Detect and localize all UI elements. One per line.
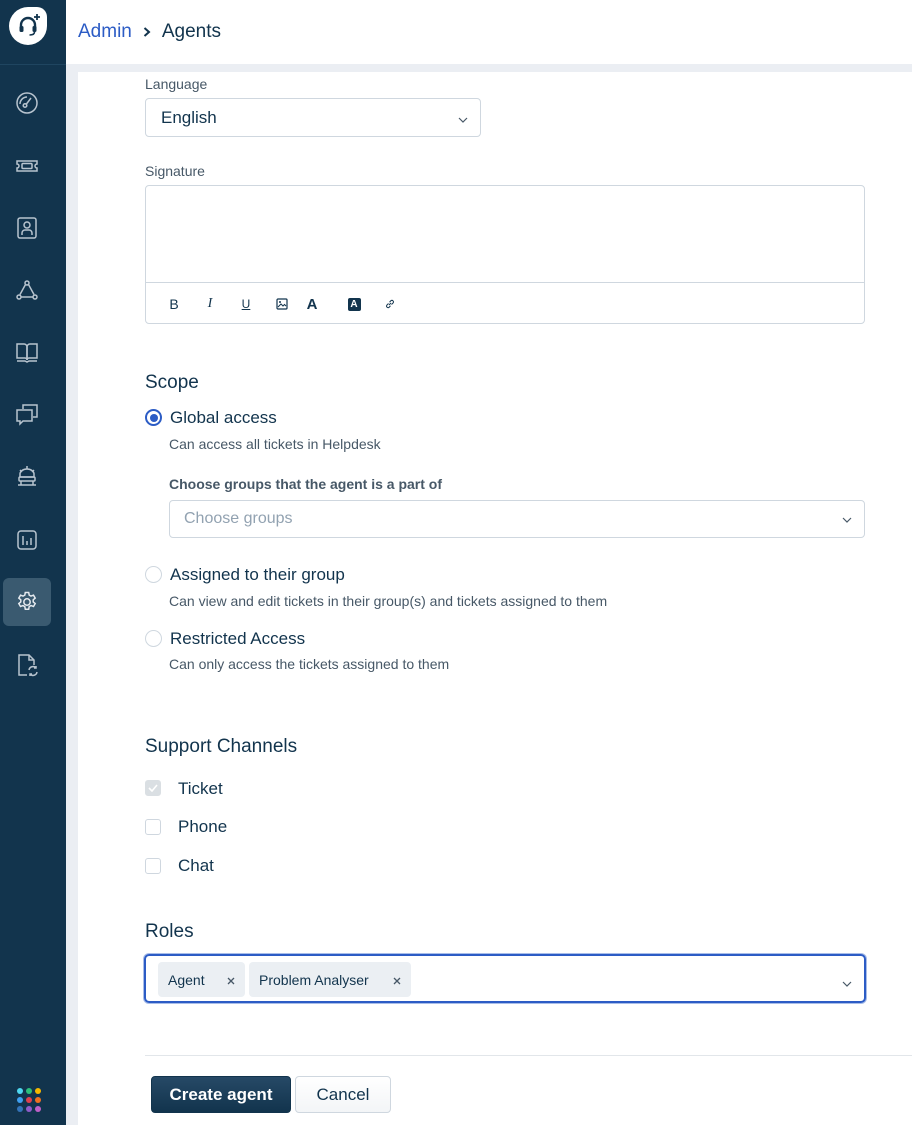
background-color-icon: A [347,297,361,311]
apps-dot [26,1097,32,1103]
apps-dot [26,1106,32,1112]
role-tag-label: Problem Analyser [259,971,369,988]
phone-channel-label: Phone [178,817,228,836]
robot-icon [18,466,36,486]
create-agent-button[interactable]: Create agent [151,1076,291,1113]
network-icon [16,280,38,300]
groups-label: Choose groups that the agent is a part o… [169,476,443,492]
radio-assigned-to-group[interactable] [145,566,162,583]
background-color-button[interactable]: A [344,294,364,314]
image-icon [276,298,288,310]
font-color-button[interactable]: A [302,294,322,314]
apps-switcher[interactable] [17,1088,41,1112]
font-color-icon: A [306,295,318,313]
chevron-down-icon [842,974,852,992]
insert-link-button[interactable] [380,294,400,314]
link-icon [386,299,394,309]
breadcrumb: Admin Agents [78,21,221,43]
bold-button[interactable]: B [164,294,184,314]
agent-form: Language English Signature B I U A A Sco… [78,72,912,1125]
role-tag-label: Agent [168,971,205,988]
breadcrumb-agents: Agents [161,21,222,42]
apps-dot [35,1106,41,1112]
gauge-icon [16,92,38,114]
sidebar-divider [0,64,66,65]
apps-dot [26,1088,32,1094]
editor-toolbar: B I U A A [146,284,864,324]
underline-icon: U [241,297,251,311]
restricted-access-label[interactable]: Restricted Access [170,629,305,649]
radio-global-access[interactable] [145,409,162,426]
language-value: English [161,107,217,127]
scope-title: Scope [145,372,199,393]
groups-select[interactable]: Choose groups [169,500,865,538]
sidebar-item-contacts[interactable] [3,204,51,252]
role-tag-problem-analyser: Problem Analyser [249,962,411,997]
roles-select[interactable]: Agent Problem Analyser [144,954,866,1003]
groups-placeholder: Choose groups [184,510,293,527]
apps-dot [17,1088,23,1094]
checkbox-chat[interactable] [145,858,161,874]
global-access-label[interactable]: Global access [170,408,277,428]
assigned-to-group-description: Can view and edit tickets in their group… [169,593,608,609]
role-tag-agent: Agent [158,962,245,997]
footer-divider [145,1055,912,1056]
signature-label: Signature [145,163,205,179]
breadcrumb-admin[interactable]: Admin [78,21,132,43]
underline-button[interactable]: U [236,294,256,314]
sidebar-item-dashboard[interactable] [3,79,51,127]
assigned-to-group-label[interactable]: Assigned to their group [170,565,345,585]
sidebar-item-admin[interactable] [3,578,51,626]
bar-chart-icon [17,530,37,550]
sidebar-item-analytics[interactable] [3,516,51,564]
italic-icon: I [207,296,213,311]
apps-dot [17,1106,23,1112]
helpdesk-logo[interactable] [9,7,47,45]
chat-channel-label: Chat [178,856,214,875]
italic-button[interactable]: I [200,294,220,314]
checkmark-icon [148,784,158,792]
roles-title: Roles [145,921,194,942]
chat-bubbles-icon [16,404,38,426]
radio-restricted-access[interactable] [145,630,162,647]
top-bar: Admin Agents [66,0,912,64]
apps-dot [35,1097,41,1103]
global-access-description: Can access all tickets in Helpdesk [169,436,381,452]
cancel-button[interactable]: Cancel [295,1076,391,1113]
chevron-down-icon [842,510,852,528]
language-select[interactable]: English [145,98,481,137]
signature-editor: B I U A A [145,185,865,324]
contact-card-icon [17,217,37,239]
signature-input[interactable] [146,186,864,283]
close-icon[interactable] [226,973,236,989]
file-sync-icon [18,654,38,677]
ticket-icon [16,160,38,172]
sidebar-item-groups[interactable] [3,266,51,314]
chevron-right-icon [142,26,152,38]
checkbox-phone[interactable] [145,819,161,835]
sidebar-item-bots[interactable] [3,452,51,500]
sidebar-item-forums[interactable] [3,390,51,438]
support-channels-title: Support Channels [145,736,298,757]
checkbox-ticket[interactable] [145,780,161,796]
insert-image-button[interactable] [272,294,292,314]
close-icon[interactable] [392,973,402,989]
gear-icon [17,591,37,610]
language-label: Language [145,76,208,92]
apps-dot [17,1097,23,1103]
bold-icon: B [169,296,179,312]
sidebar [0,0,66,1125]
headset-icon [19,14,40,36]
sidebar-item-tickets[interactable] [3,142,51,190]
sidebar-item-updates[interactable] [3,641,51,689]
restricted-access-description: Can only access the tickets assigned to … [169,656,450,672]
sidebar-item-solutions[interactable] [3,328,51,376]
book-icon [16,343,38,363]
chevron-down-icon [458,108,468,128]
ticket-channel-label: Ticket [178,779,223,798]
apps-dot [35,1088,41,1094]
